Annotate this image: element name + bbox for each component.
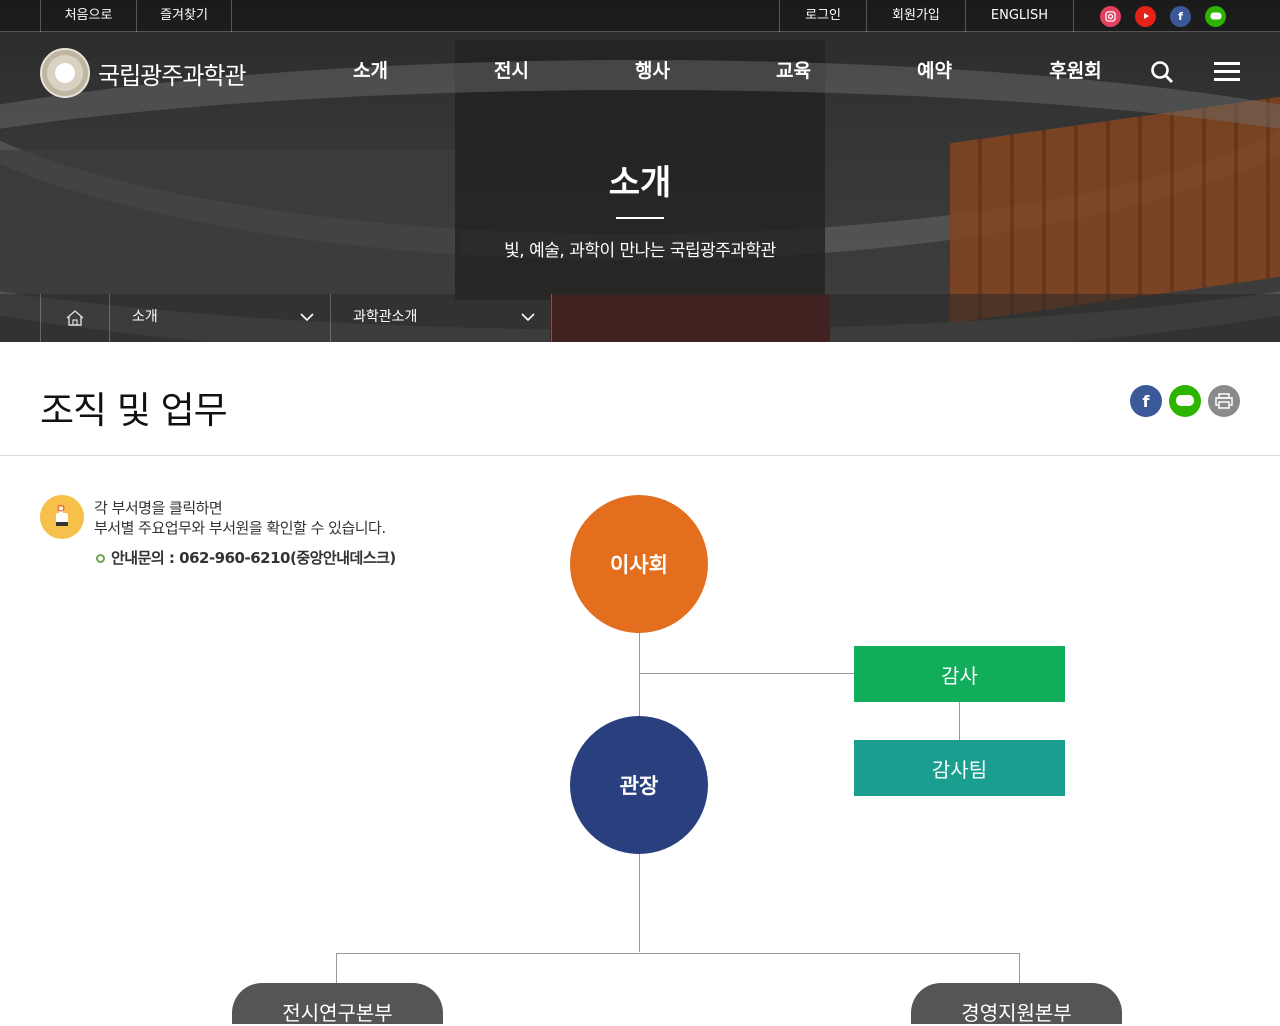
menu-reservation[interactable]: 예약 bbox=[864, 33, 1005, 111]
connector-audit-team bbox=[959, 702, 960, 740]
hero-title: 소개 bbox=[608, 163, 672, 203]
menu-education[interactable]: 교육 bbox=[723, 33, 864, 111]
search-icon[interactable] bbox=[1150, 60, 1174, 84]
share-buttons: f bbox=[1130, 385, 1240, 417]
org-chart: 이사회 감사 감사팀 관장 전시연구본부 경영지원본부 bbox=[0, 456, 1280, 1025]
audit-team-node[interactable]: 감사팀 bbox=[854, 740, 1065, 796]
top-utility-bar: 처음으로 즐겨찾기 로그인 회원가입 ENGLISH f bbox=[0, 0, 1280, 32]
hero-subtitle: 빛, 예술, 과학이 만나는 국립광주과학관 bbox=[504, 241, 776, 261]
bookmark-link[interactable]: 즐겨찾기 bbox=[136, 0, 232, 32]
breadcrumb-depth1-label: 소개 bbox=[132, 309, 158, 325]
breadcrumb-depth2[interactable]: 과학관소개 bbox=[331, 294, 552, 342]
hero-banner: 처음으로 즐겨찾기 로그인 회원가입 ENGLISH f 국립광주과학관 소개 … bbox=[0, 0, 1280, 342]
menu-events[interactable]: 행사 bbox=[582, 33, 723, 111]
hamburger-menu-icon[interactable] bbox=[1214, 62, 1242, 82]
audit-node[interactable]: 감사 bbox=[854, 646, 1065, 702]
signup-link[interactable]: 회원가입 bbox=[866, 0, 965, 32]
connector-division1 bbox=[336, 953, 337, 983]
blog-share-icon[interactable] bbox=[1169, 385, 1201, 417]
logo-emblem-icon bbox=[40, 48, 90, 98]
menu-sponsors[interactable]: 후원회 bbox=[1005, 33, 1146, 111]
connector-divisions bbox=[336, 953, 1020, 954]
director-node[interactable]: 관장 bbox=[570, 716, 708, 854]
instagram-icon[interactable] bbox=[1100, 5, 1121, 27]
board-node[interactable]: 이사회 bbox=[570, 495, 708, 633]
social-links: f bbox=[1073, 0, 1240, 32]
home-link[interactable]: 처음으로 bbox=[40, 0, 136, 32]
menu-intro[interactable]: 소개 bbox=[300, 33, 441, 111]
breadcrumb-depth1[interactable]: 소개 bbox=[110, 294, 331, 342]
breadcrumb: 소개 과학관소개 bbox=[0, 294, 1280, 342]
breadcrumb-depth2-label: 과학관소개 bbox=[353, 309, 418, 325]
connector-division2 bbox=[1019, 953, 1020, 983]
facebook-share-icon[interactable]: f bbox=[1130, 385, 1162, 417]
facebook-icon[interactable]: f bbox=[1170, 5, 1191, 27]
blog-icon[interactable] bbox=[1205, 5, 1226, 27]
page-title: 조직 및 업무 bbox=[40, 389, 228, 432]
division-exhibition-research[interactable]: 전시연구본부 bbox=[232, 983, 443, 1025]
print-icon[interactable] bbox=[1208, 385, 1240, 417]
main-navigation: 국립광주과학관 소개 전시 행사 교육 예약 후원회 bbox=[0, 33, 1280, 111]
menu-exhibition[interactable]: 전시 bbox=[441, 33, 582, 111]
chevron-down-icon bbox=[300, 313, 314, 322]
chevron-down-icon bbox=[521, 313, 535, 322]
site-logo[interactable]: 국립광주과학관 bbox=[40, 48, 247, 98]
login-link[interactable]: 로그인 bbox=[779, 0, 866, 32]
hero-divider bbox=[616, 217, 664, 219]
division-management-support[interactable]: 경영지원본부 bbox=[911, 983, 1122, 1025]
youtube-icon[interactable] bbox=[1135, 5, 1156, 27]
home-icon[interactable] bbox=[40, 294, 110, 342]
page-header: 조직 및 업무 f bbox=[0, 342, 1280, 456]
logo-text: 국립광주과학관 bbox=[98, 61, 247, 90]
english-link[interactable]: ENGLISH bbox=[964, 0, 1073, 32]
connector-audit bbox=[639, 673, 854, 674]
